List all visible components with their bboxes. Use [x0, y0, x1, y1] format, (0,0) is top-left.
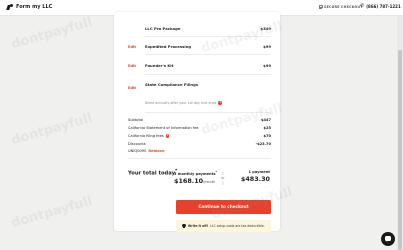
brand-mark-icon: [7, 4, 13, 10]
edit-founders-kit-button[interactable]: Edit: [128, 64, 136, 68]
phone-link[interactable]: ✆ (866) 787-1221: [360, 3, 401, 10]
writeoff-text: LLC setup costs are tax deductible.: [210, 224, 265, 228]
divider: [128, 158, 271, 159]
item-price: $99: [263, 44, 271, 49]
total-label-wrap: Your total today*: [128, 169, 177, 177]
or-separator: | or |: [221, 171, 225, 186]
single-payment-title: 1 payment: [248, 170, 270, 174]
note-text: Billed annually after your 1st day trial…: [145, 101, 217, 105]
item-name: Founder's Kit: [145, 63, 174, 68]
total-label: Your total today: [128, 170, 175, 177]
filing-fees-label-wrap: California filing fees i: [128, 134, 170, 138]
installment-amount: $168.10: [174, 177, 204, 186]
edit-expedited-button[interactable]: Edit: [128, 45, 136, 49]
statement-fee-value: $25: [263, 126, 271, 130]
item-price: $99: [263, 63, 271, 68]
page-scrollbar[interactable]: [397, 16, 403, 250]
discounts-row: Discounts -$23.70: [128, 142, 271, 146]
order-item-llc-pro: LLC Pro Package $349: [145, 26, 271, 31]
state-compliance-note: Billed annually after your 1st day trial…: [145, 101, 222, 105]
order-summary-card: LLC Pro Package $349 Edit Expedited Proc…: [114, 12, 280, 232]
item-price: $349: [260, 26, 271, 31]
lock-icon: [318, 5, 323, 9]
order-item-founders-kit: Founder's Kit $99: [145, 63, 271, 68]
subtotal-value: $447: [260, 118, 271, 122]
brand-name: Form my LLC: [16, 4, 53, 10]
filing-fees-row: California filing fees i $70: [128, 134, 271, 138]
watermark: dontpayfull: [9, 110, 95, 149]
installment-title-wrap: 3 monthly payments*: [174, 170, 217, 176]
filing-fees-label: California filing fees: [128, 134, 164, 138]
order-item-state-compliance: State Compliance Filings: [145, 82, 271, 87]
secure-checkout-badge: SECURE CHECKOUT: [318, 5, 363, 9]
statement-fee-label: California Statement of Information fee: [128, 126, 199, 130]
remove-coupon-link[interactable]: Remove: [148, 149, 164, 153]
scrollbar-thumb[interactable]: [398, 50, 402, 250]
statement-fee-row: California Statement of Information fee …: [128, 126, 271, 130]
installment-footnote: *: [215, 170, 218, 174]
divider: [145, 74, 271, 75]
discounts-label: Discounts: [128, 142, 146, 146]
filing-fees-value: $70: [263, 134, 271, 138]
item-name: Expedited Processing: [145, 44, 192, 49]
tax-writeoff-note: Write it off! LLC setup costs are tax de…: [176, 220, 271, 232]
edit-state-compliance-button[interactable]: Edit: [128, 86, 136, 90]
watermark: dontpayfull: [9, 14, 95, 53]
single-payment-amount: $483.30: [240, 175, 270, 183]
divider: [145, 54, 271, 55]
single-payment-option[interactable]: 1 payment $483.30: [241, 170, 270, 183]
phone-number: (866) 787-1221: [366, 4, 401, 9]
divider: [145, 36, 271, 37]
item-name: State Compliance Filings: [145, 82, 199, 87]
discounts-value: -$23.70: [255, 142, 271, 146]
coupon-row: UNIQ0090 Remove: [128, 149, 271, 153]
item-name: LLC Pro Package: [145, 26, 181, 31]
subtotal-row: Subtotal $447: [128, 118, 271, 122]
divider: [145, 112, 271, 113]
chat-button[interactable]: [381, 232, 395, 246]
continue-to-checkout-button[interactable]: Continue to checkout: [176, 200, 271, 214]
watermark: dontpayfull: [9, 193, 95, 232]
installment-title: 3 monthly payments: [174, 172, 216, 177]
secure-checkout-label: SECURE CHECKOUT: [324, 5, 363, 9]
phone-icon: ✆: [360, 3, 365, 9]
info-icon[interactable]: i: [218, 101, 222, 105]
lightbulb-icon: [182, 224, 186, 228]
subtotal-label: Subtotal: [128, 118, 144, 122]
info-icon[interactable]: i: [165, 134, 170, 138]
brand-logo[interactable]: Form my LLC: [7, 4, 52, 10]
separator-mark: |: [222, 181, 224, 185]
installment-amount-wrap: $168.10/month: [174, 177, 217, 185]
installment-unit: /month: [203, 180, 216, 185]
coupon-code: UNIQ0090: [128, 149, 147, 153]
installment-option[interactable]: 3 monthly payments* $168.10/month: [174, 170, 217, 185]
writeoff-bold-text: Write it off!: [187, 224, 209, 228]
order-item-expedited: Expedited Processing $99: [145, 44, 271, 49]
